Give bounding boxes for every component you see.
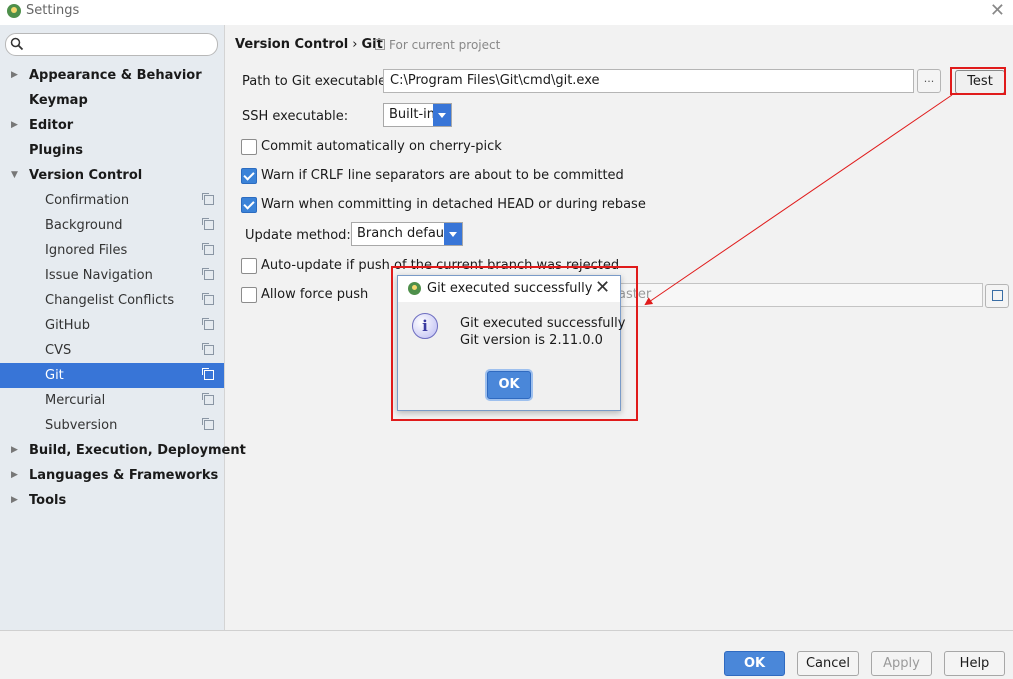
dialog-highlight-box xyxy=(391,266,638,421)
